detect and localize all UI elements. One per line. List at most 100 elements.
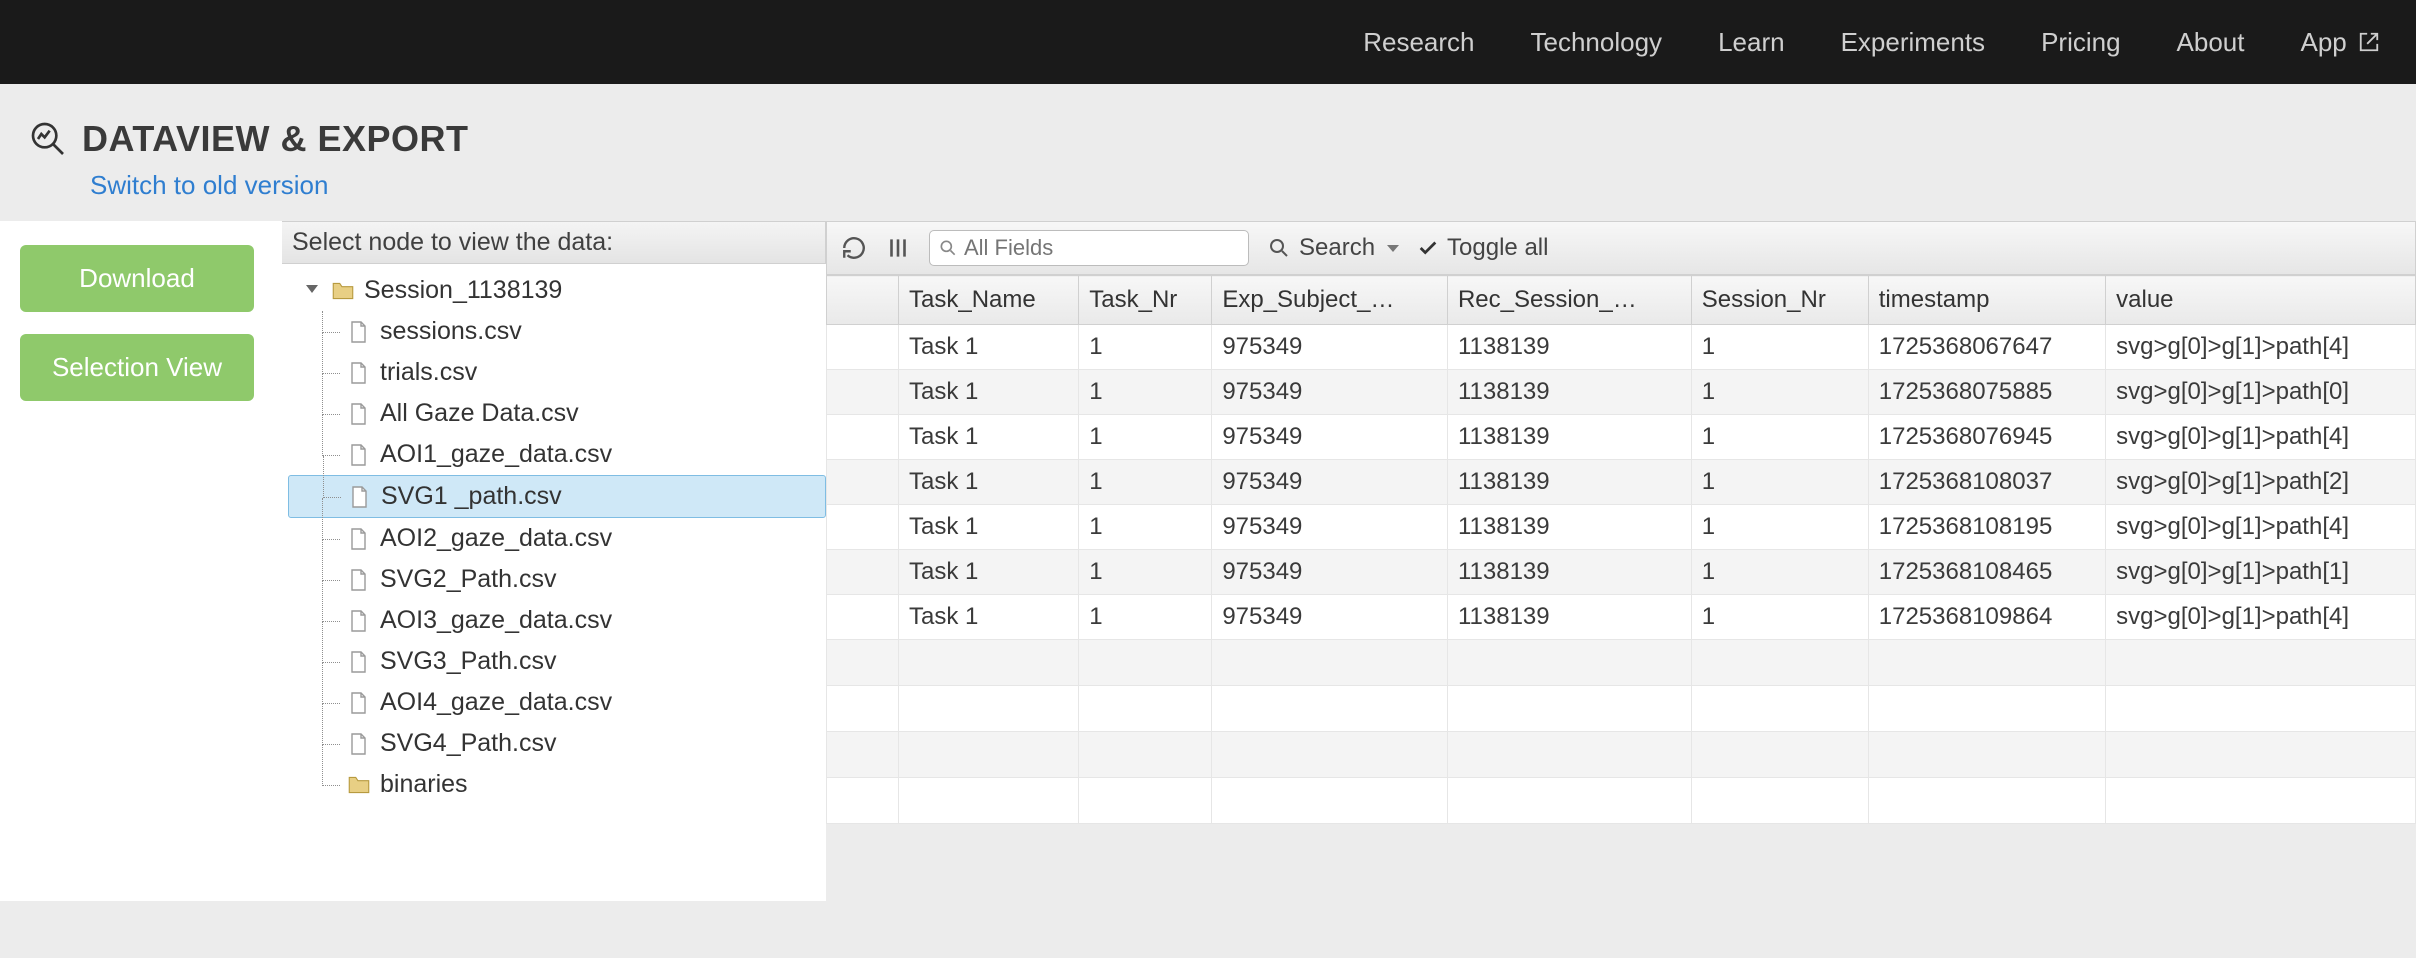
table-row[interactable]: Task 11975349113813911725368108195svg>g[… bbox=[827, 505, 2416, 550]
table-cell: 1725368108465 bbox=[1868, 550, 2105, 595]
column-header[interactable]: Task_Name bbox=[899, 276, 1079, 325]
table-cell-empty bbox=[899, 732, 1079, 778]
table-cell: 1 bbox=[1079, 550, 1212, 595]
table-cell-empty bbox=[1691, 778, 1868, 824]
table-cell: 1 bbox=[1691, 460, 1868, 505]
row-selector-cell[interactable] bbox=[827, 415, 899, 460]
table-cell-empty bbox=[1691, 732, 1868, 778]
tree-node[interactable]: sessions.csv bbox=[288, 311, 826, 352]
table-row[interactable]: Task 11975349113813911725368067647svg>g[… bbox=[827, 325, 2416, 370]
row-selector-cell[interactable] bbox=[827, 595, 899, 640]
table-cell-empty bbox=[899, 778, 1079, 824]
row-selector-cell[interactable] bbox=[827, 370, 899, 415]
tree-node[interactable]: trials.csv bbox=[288, 352, 826, 393]
tree-node[interactable]: AOI4_gaze_data.csv bbox=[288, 682, 826, 723]
selection-view-button[interactable]: Selection View bbox=[20, 334, 254, 401]
table-row[interactable]: Task 11975349113813911725368076945svg>g[… bbox=[827, 415, 2416, 460]
tree-node[interactable]: SVG3_Path.csv bbox=[288, 641, 826, 682]
table-cell-empty bbox=[2106, 686, 2416, 732]
table-row[interactable]: Task 11975349113813911725368075885svg>g[… bbox=[827, 370, 2416, 415]
tree-node[interactable]: AOI2_gaze_data.csv bbox=[288, 518, 826, 559]
table-header: Task_NameTask_NrExp_Subject_…Rec_Session… bbox=[827, 276, 2416, 325]
table-cell-empty bbox=[2106, 778, 2416, 824]
table-row[interactable]: Task 11975349113813911725368108037svg>g[… bbox=[827, 460, 2416, 505]
page-header: DATAVIEW & EXPORT Switch to old version bbox=[0, 84, 2416, 211]
nav-pricing[interactable]: Pricing bbox=[2041, 27, 2120, 58]
table-cell: 1 bbox=[1079, 370, 1212, 415]
table-cell: Task 1 bbox=[899, 460, 1079, 505]
external-link-icon bbox=[2358, 31, 2380, 53]
refresh-button[interactable] bbox=[841, 235, 867, 261]
search-box[interactable] bbox=[929, 230, 1249, 266]
table-cell: 1138139 bbox=[1447, 505, 1691, 550]
row-selector-cell[interactable] bbox=[827, 325, 899, 370]
data-table: Task_NameTask_NrExp_Subject_…Rec_Session… bbox=[826, 275, 2416, 824]
table-cell: Task 1 bbox=[899, 505, 1079, 550]
column-header[interactable]: Session_Nr bbox=[1691, 276, 1868, 325]
file-icon bbox=[346, 401, 372, 427]
table-cell-empty bbox=[2106, 732, 2416, 778]
tree-node[interactable]: binaries bbox=[288, 764, 826, 805]
file-icon bbox=[346, 608, 372, 634]
row-selector-cell[interactable] bbox=[827, 505, 899, 550]
tree-node[interactable]: AOI1_gaze_data.csv bbox=[288, 434, 826, 475]
row-selector-cell[interactable] bbox=[827, 460, 899, 505]
column-header[interactable]: Rec_Session_… bbox=[1447, 276, 1691, 325]
nav-research[interactable]: Research bbox=[1363, 27, 1474, 58]
tree-panel: Select node to view the data: Session_11… bbox=[282, 221, 826, 901]
table-cell: 1138139 bbox=[1447, 370, 1691, 415]
switch-version-link[interactable]: Switch to old version bbox=[90, 170, 328, 201]
data-grid-panel: Search Toggle all Task_NameTask_NrExp_Su… bbox=[826, 221, 2416, 824]
nav-app[interactable]: App bbox=[2301, 27, 2381, 58]
nav-about[interactable]: About bbox=[2177, 27, 2245, 58]
tree-node[interactable]: SVG2_Path.csv bbox=[288, 559, 826, 600]
search-button[interactable]: Search bbox=[1267, 234, 1399, 262]
table-cell-empty bbox=[1079, 686, 1212, 732]
table-cell: 1138139 bbox=[1447, 460, 1691, 505]
columns-button[interactable] bbox=[885, 235, 911, 261]
table-cell-empty bbox=[1691, 686, 1868, 732]
column-header[interactable]: Task_Nr bbox=[1079, 276, 1212, 325]
nav-technology[interactable]: Technology bbox=[1531, 27, 1663, 58]
nav-learn[interactable]: Learn bbox=[1718, 27, 1785, 58]
nav-experiments[interactable]: Experiments bbox=[1841, 27, 1986, 58]
tree-node[interactable]: SVG1 _path.csv bbox=[288, 475, 826, 518]
table-cell: 1 bbox=[1079, 595, 1212, 640]
row-selector-cell[interactable] bbox=[827, 550, 899, 595]
row-selector-header[interactable] bbox=[827, 276, 899, 325]
tree-node-label: SVG4_Path.csv bbox=[380, 729, 556, 758]
tree-root-node[interactable]: Session_1138139 bbox=[288, 270, 826, 311]
table-cell: 1725368067647 bbox=[1868, 325, 2105, 370]
table-row[interactable]: Task 11975349113813911725368108465svg>g[… bbox=[827, 550, 2416, 595]
file-tree: Session_1138139 sessions.csvtrials.csvAl… bbox=[282, 264, 826, 805]
download-button[interactable]: Download bbox=[20, 245, 254, 312]
file-icon bbox=[346, 360, 372, 386]
tree-node[interactable]: All Gaze Data.csv bbox=[288, 393, 826, 434]
table-cell-empty bbox=[827, 732, 899, 778]
table-cell-empty bbox=[1868, 732, 2105, 778]
nav-app-label: App bbox=[2301, 27, 2347, 57]
toggle-all-label: Toggle all bbox=[1447, 234, 1548, 262]
table-cell-empty bbox=[1212, 732, 1448, 778]
column-header[interactable]: Exp_Subject_… bbox=[1212, 276, 1448, 325]
folder-icon bbox=[330, 278, 356, 304]
tree-node[interactable]: SVG4_Path.csv bbox=[288, 723, 826, 764]
table-cell-empty bbox=[1212, 778, 1448, 824]
table-cell: 1 bbox=[1691, 505, 1868, 550]
table-cell: 1138139 bbox=[1447, 550, 1691, 595]
table-cell: Task 1 bbox=[899, 370, 1079, 415]
tree-node[interactable]: AOI3_gaze_data.csv bbox=[288, 600, 826, 641]
tree-root-label: Session_1138139 bbox=[364, 276, 562, 305]
table-cell-empty bbox=[899, 686, 1079, 732]
column-header[interactable]: value bbox=[2106, 276, 2416, 325]
table-cell: 1 bbox=[1691, 370, 1868, 415]
table-row-empty bbox=[827, 640, 2416, 686]
table-row[interactable]: Task 11975349113813911725368109864svg>g[… bbox=[827, 595, 2416, 640]
search-input[interactable] bbox=[964, 235, 1240, 261]
collapse-icon[interactable] bbox=[306, 285, 318, 297]
table-cell: 1725368075885 bbox=[1868, 370, 2105, 415]
tree-node-label: binaries bbox=[380, 770, 468, 799]
table-row-empty bbox=[827, 686, 2416, 732]
column-header[interactable]: timestamp bbox=[1868, 276, 2105, 325]
toggle-all-button[interactable]: Toggle all bbox=[1417, 234, 1548, 262]
